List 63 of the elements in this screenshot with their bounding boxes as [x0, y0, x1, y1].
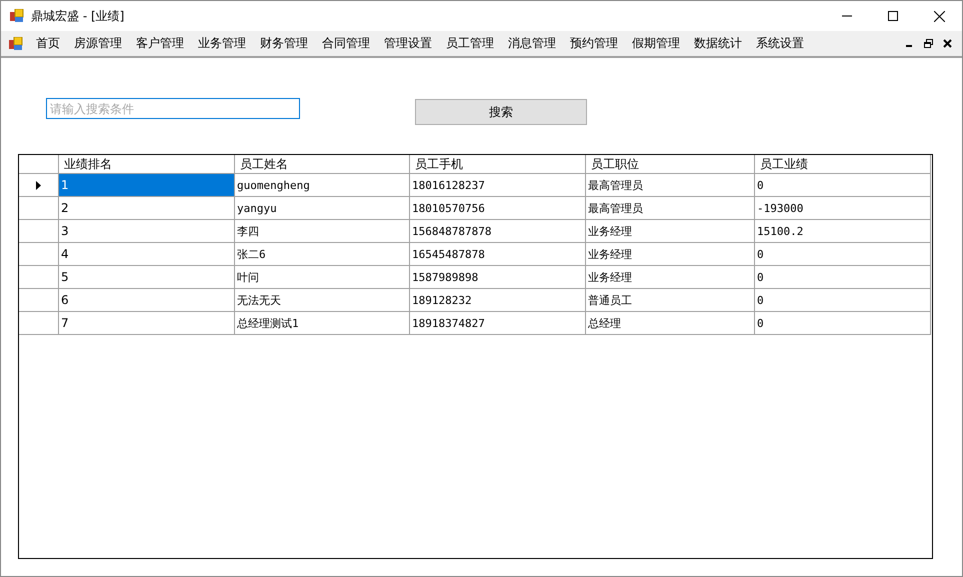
close-icon	[934, 10, 944, 22]
column-header[interactable]: 员工姓名	[235, 155, 410, 174]
menu-item[interactable]: 首页	[29, 32, 67, 54]
app-icon	[9, 36, 23, 50]
table-cell: 4	[59, 243, 235, 266]
table-cell: 18016128237	[410, 174, 586, 197]
menu-item[interactable]: 假期管理	[625, 32, 687, 54]
table-cell: 0	[755, 266, 931, 289]
table-cell: yangyu	[235, 197, 410, 220]
menu-item[interactable]: 消息管理	[501, 32, 563, 54]
table-cell: 张二6	[235, 243, 410, 266]
search-field[interactable]: 请输入搜索条件	[46, 98, 300, 119]
table-cell: 1587989898	[410, 266, 586, 289]
window-title: 鼎城宏盛 - [业绩]	[31, 8, 124, 24]
row-pointer-icon	[36, 180, 41, 190]
table-cell: 16545487878	[410, 243, 586, 266]
menu-item[interactable]: 数据统计	[687, 32, 749, 54]
table-cell: 7	[59, 312, 235, 335]
table-cell: 5	[59, 266, 235, 289]
table-cell: 1	[59, 174, 235, 197]
table-cell: 189128232	[410, 289, 586, 312]
table-cell: 最高管理员	[586, 197, 755, 220]
table-cell: 0	[755, 289, 931, 312]
menu-item[interactable]: 管理设置	[377, 32, 439, 54]
table-cell: 0	[755, 174, 931, 197]
column-header[interactable]: 员工职位	[586, 155, 755, 174]
close-icon[interactable]	[943, 39, 952, 48]
table-cell: 总经理	[586, 312, 755, 335]
table-cell: 叶问	[235, 266, 410, 289]
menu-item[interactable]: 系统设置	[749, 32, 811, 54]
menu-item[interactable]: 财务管理	[253, 32, 315, 54]
menu-item[interactable]: 预约管理	[563, 32, 625, 54]
table-cell: 156848787878	[410, 220, 586, 243]
restore-icon[interactable]	[924, 39, 933, 48]
table-cell: 业务经理	[586, 243, 755, 266]
menu-item[interactable]: 客户管理	[129, 32, 191, 54]
corner-header	[19, 155, 59, 174]
table-cell: 3	[59, 220, 235, 243]
table-cell: 18918374827	[410, 312, 586, 335]
table-cell: 业务经理	[586, 220, 755, 243]
table-cell: 最高管理员	[586, 174, 755, 197]
table-cell: 2	[59, 197, 235, 220]
column-header[interactable]: 员工手机	[410, 155, 586, 174]
table-cell: 6	[59, 289, 235, 312]
table-cell: 业务经理	[586, 266, 755, 289]
table-cell: 0	[755, 243, 931, 266]
menu-item[interactable]: 合同管理	[315, 32, 377, 54]
menu-item[interactable]: 员工管理	[439, 32, 501, 54]
app-icon	[10, 9, 24, 23]
table-cell: 18010570756	[410, 197, 586, 220]
menu-item[interactable]: 业务管理	[191, 32, 253, 54]
column-header[interactable]: 员工业绩	[755, 155, 931, 174]
maximize-icon	[888, 11, 898, 21]
table-cell: 0	[755, 312, 931, 335]
table-cell: 李四	[235, 220, 410, 243]
table-cell: 无法无天	[235, 289, 410, 312]
table-cell: guomengheng	[235, 174, 410, 197]
table-cell: 15100.2	[755, 220, 931, 243]
table-cell: -193000	[755, 197, 931, 220]
table-cell: 总经理测试1	[235, 312, 410, 335]
table-cell: 普通员工	[586, 289, 755, 312]
menu-item[interactable]: 房源管理	[67, 32, 129, 54]
search-button[interactable]: 搜索	[415, 99, 587, 125]
